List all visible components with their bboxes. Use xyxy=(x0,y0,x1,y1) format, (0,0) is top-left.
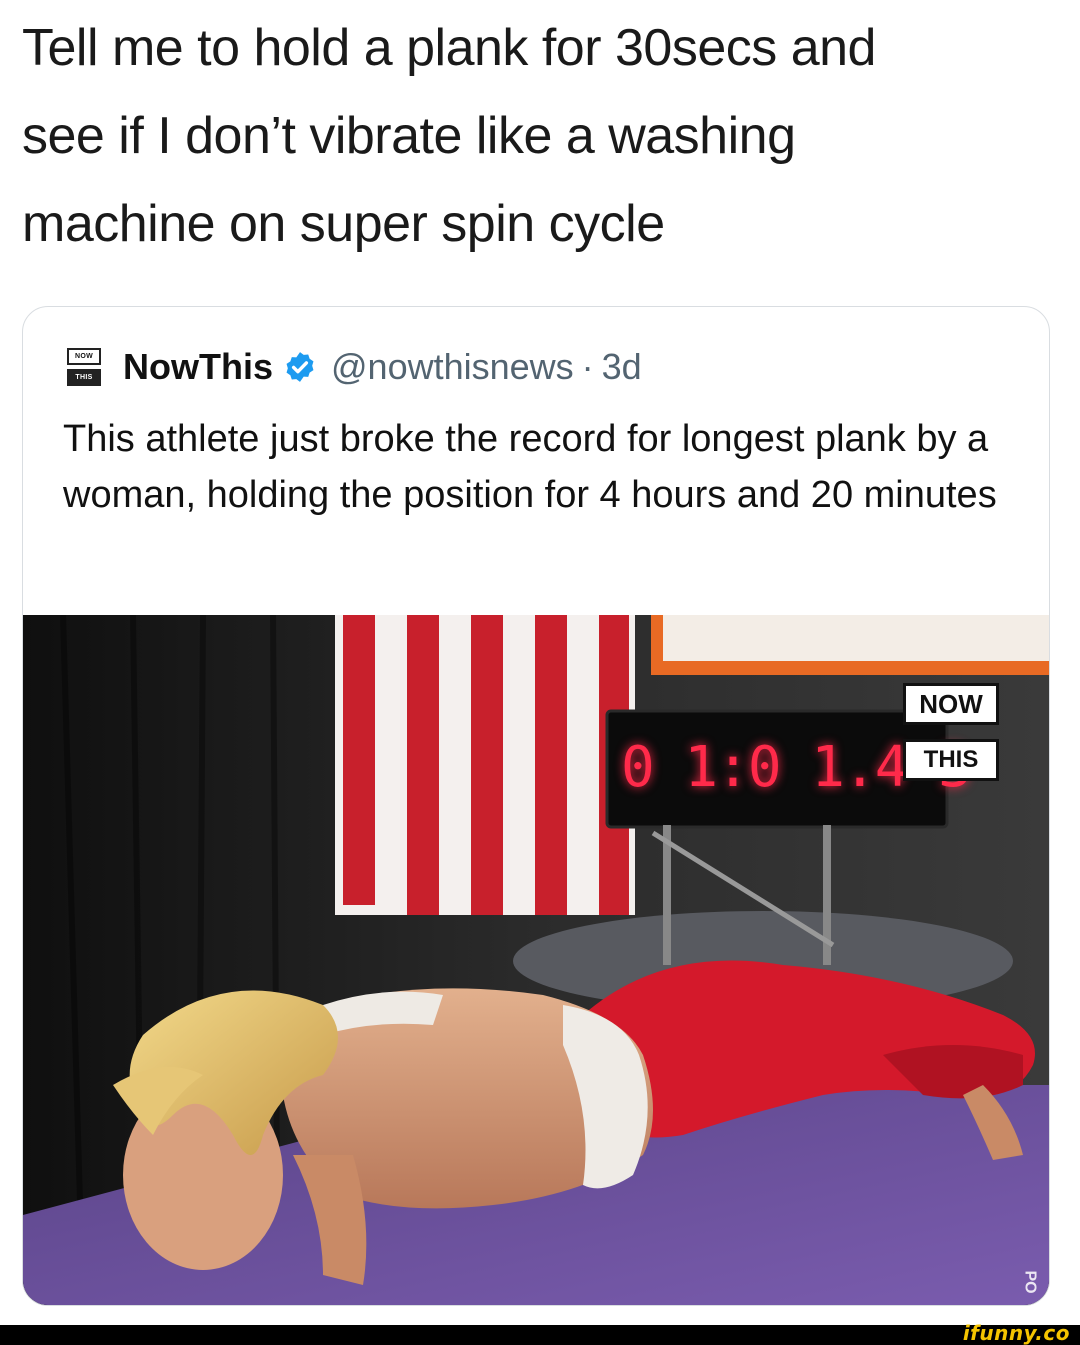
avatar-now-label: NOW xyxy=(67,348,101,365)
nowthis-avatar[interactable]: NOW THIS xyxy=(67,348,101,386)
tweet-text: This athlete just broke the record for l… xyxy=(63,418,997,516)
avatar-this-label: THIS xyxy=(67,369,101,386)
meta-separator: · xyxy=(581,346,594,387)
verified-badge-icon xyxy=(286,352,314,382)
flag-stripes xyxy=(335,615,635,915)
meme-caption: Tell me to hold a plank for 30secs and s… xyxy=(22,4,1062,268)
corner-watermark: PO xyxy=(1021,1270,1039,1294)
caption-line-2: see if I don’t vibrate like a washing xyxy=(22,107,796,165)
tweet-media-photo[interactable]: 0 1:0 1.4 3 NOW THIS PO xyxy=(23,615,1049,1305)
tweet-age[interactable]: 3d xyxy=(602,346,642,388)
ifunny-watermark: ifunny.co xyxy=(962,1321,1070,1345)
logo-now: NOW xyxy=(903,683,999,725)
caption-line-1: Tell me to hold a plank for 30secs and xyxy=(22,19,876,77)
nowthis-logo: NOW THIS xyxy=(903,683,999,781)
plank-photo xyxy=(23,615,1049,1305)
tweet-header: NOW THIS NowThis @nowthisnews · 3d xyxy=(67,343,642,391)
tweet-card[interactable]: NOW THIS NowThis @nowthisnews · 3d This … xyxy=(22,306,1050,1306)
logo-this: THIS xyxy=(903,739,999,781)
record-timer: 0 1:0 1.4 3 xyxy=(621,735,972,800)
watermark-bar: ifunny.co xyxy=(0,1321,1080,1345)
user-handle[interactable]: @nowthisnews xyxy=(331,346,574,388)
caption-line-3: machine on super spin cycle xyxy=(22,195,665,253)
display-name[interactable]: NowThis xyxy=(123,346,273,388)
